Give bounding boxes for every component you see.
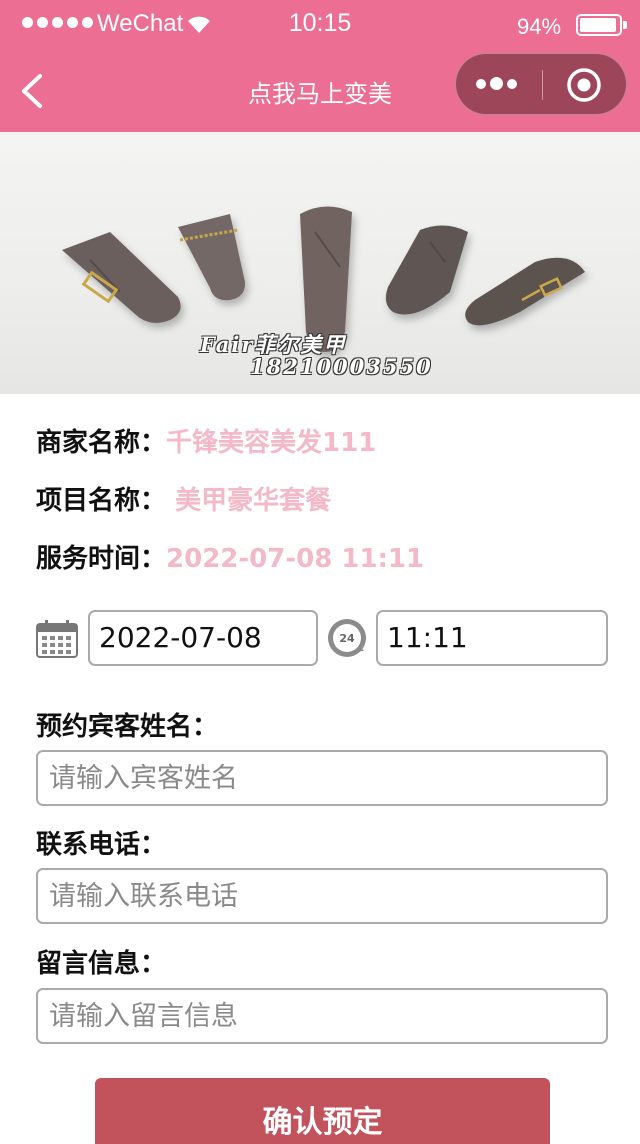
battery-percent: 94% (517, 14, 562, 39)
merchant-label: 商家名称： (36, 428, 167, 458)
calendar-icon[interactable] (36, 620, 78, 658)
item-label: 项目名称： (36, 486, 167, 516)
battery-icon (576, 14, 627, 36)
datetime-picker-row: 2022-07-08 24 11:11 (36, 610, 608, 666)
miniprogram-capsule (455, 53, 627, 115)
confirm-booking-button[interactable]: 确认预定 (95, 1078, 550, 1144)
watermark-phone: 18210003550 (250, 354, 433, 379)
target-close-icon (567, 68, 601, 102)
capsule-divider (542, 70, 543, 100)
nail-4 (385, 225, 468, 315)
merchant-row: 商家名称：千锋美容美发111 (36, 422, 376, 459)
guest-name-input[interactable] (38, 752, 606, 804)
clock-badge-text: 24 (339, 632, 355, 645)
date-picker[interactable]: 2022-07-08 (88, 610, 318, 666)
dot-icon (490, 77, 503, 90)
merchant-value: 千锋美容美发111 (166, 428, 377, 458)
phone-field-box (36, 868, 608, 924)
close-miniprogram-button[interactable] (565, 66, 603, 104)
guest-name-field-box (36, 750, 608, 806)
dot-icon (476, 79, 486, 89)
nail-2 (178, 214, 246, 301)
status-bar: WeChat 10:15 94% (0, 0, 640, 52)
guest-name-label: 预约宾客姓名： (36, 712, 219, 742)
banner-image: Fair菲尔美甲 18210003550 (0, 132, 640, 394)
message-field-box (36, 988, 608, 1044)
dot-icon (507, 79, 517, 89)
phone-label: 联系电话： (36, 830, 167, 860)
service-time-value: 2022-07-08 11:11 (166, 544, 425, 574)
more-button[interactable] (456, 54, 542, 114)
message-input[interactable] (38, 990, 606, 1042)
service-time-row: 服务时间：2022-07-08 11:11 (36, 538, 424, 575)
time-picker[interactable]: 11:11 (376, 610, 608, 666)
item-value: 美甲豪华套餐 (166, 486, 332, 516)
nail-5 (465, 257, 585, 326)
top-bar: WeChat 10:15 94% 点我马上变美 (0, 0, 640, 132)
clock-24h-icon[interactable]: 24 (326, 617, 368, 659)
nail-1 (62, 232, 181, 323)
service-time-label: 服务时间： (36, 544, 167, 574)
message-label: 留言信息： (36, 949, 167, 979)
phone-input[interactable] (38, 870, 606, 922)
item-row: 项目名称： 美甲豪华套餐 (36, 480, 331, 517)
